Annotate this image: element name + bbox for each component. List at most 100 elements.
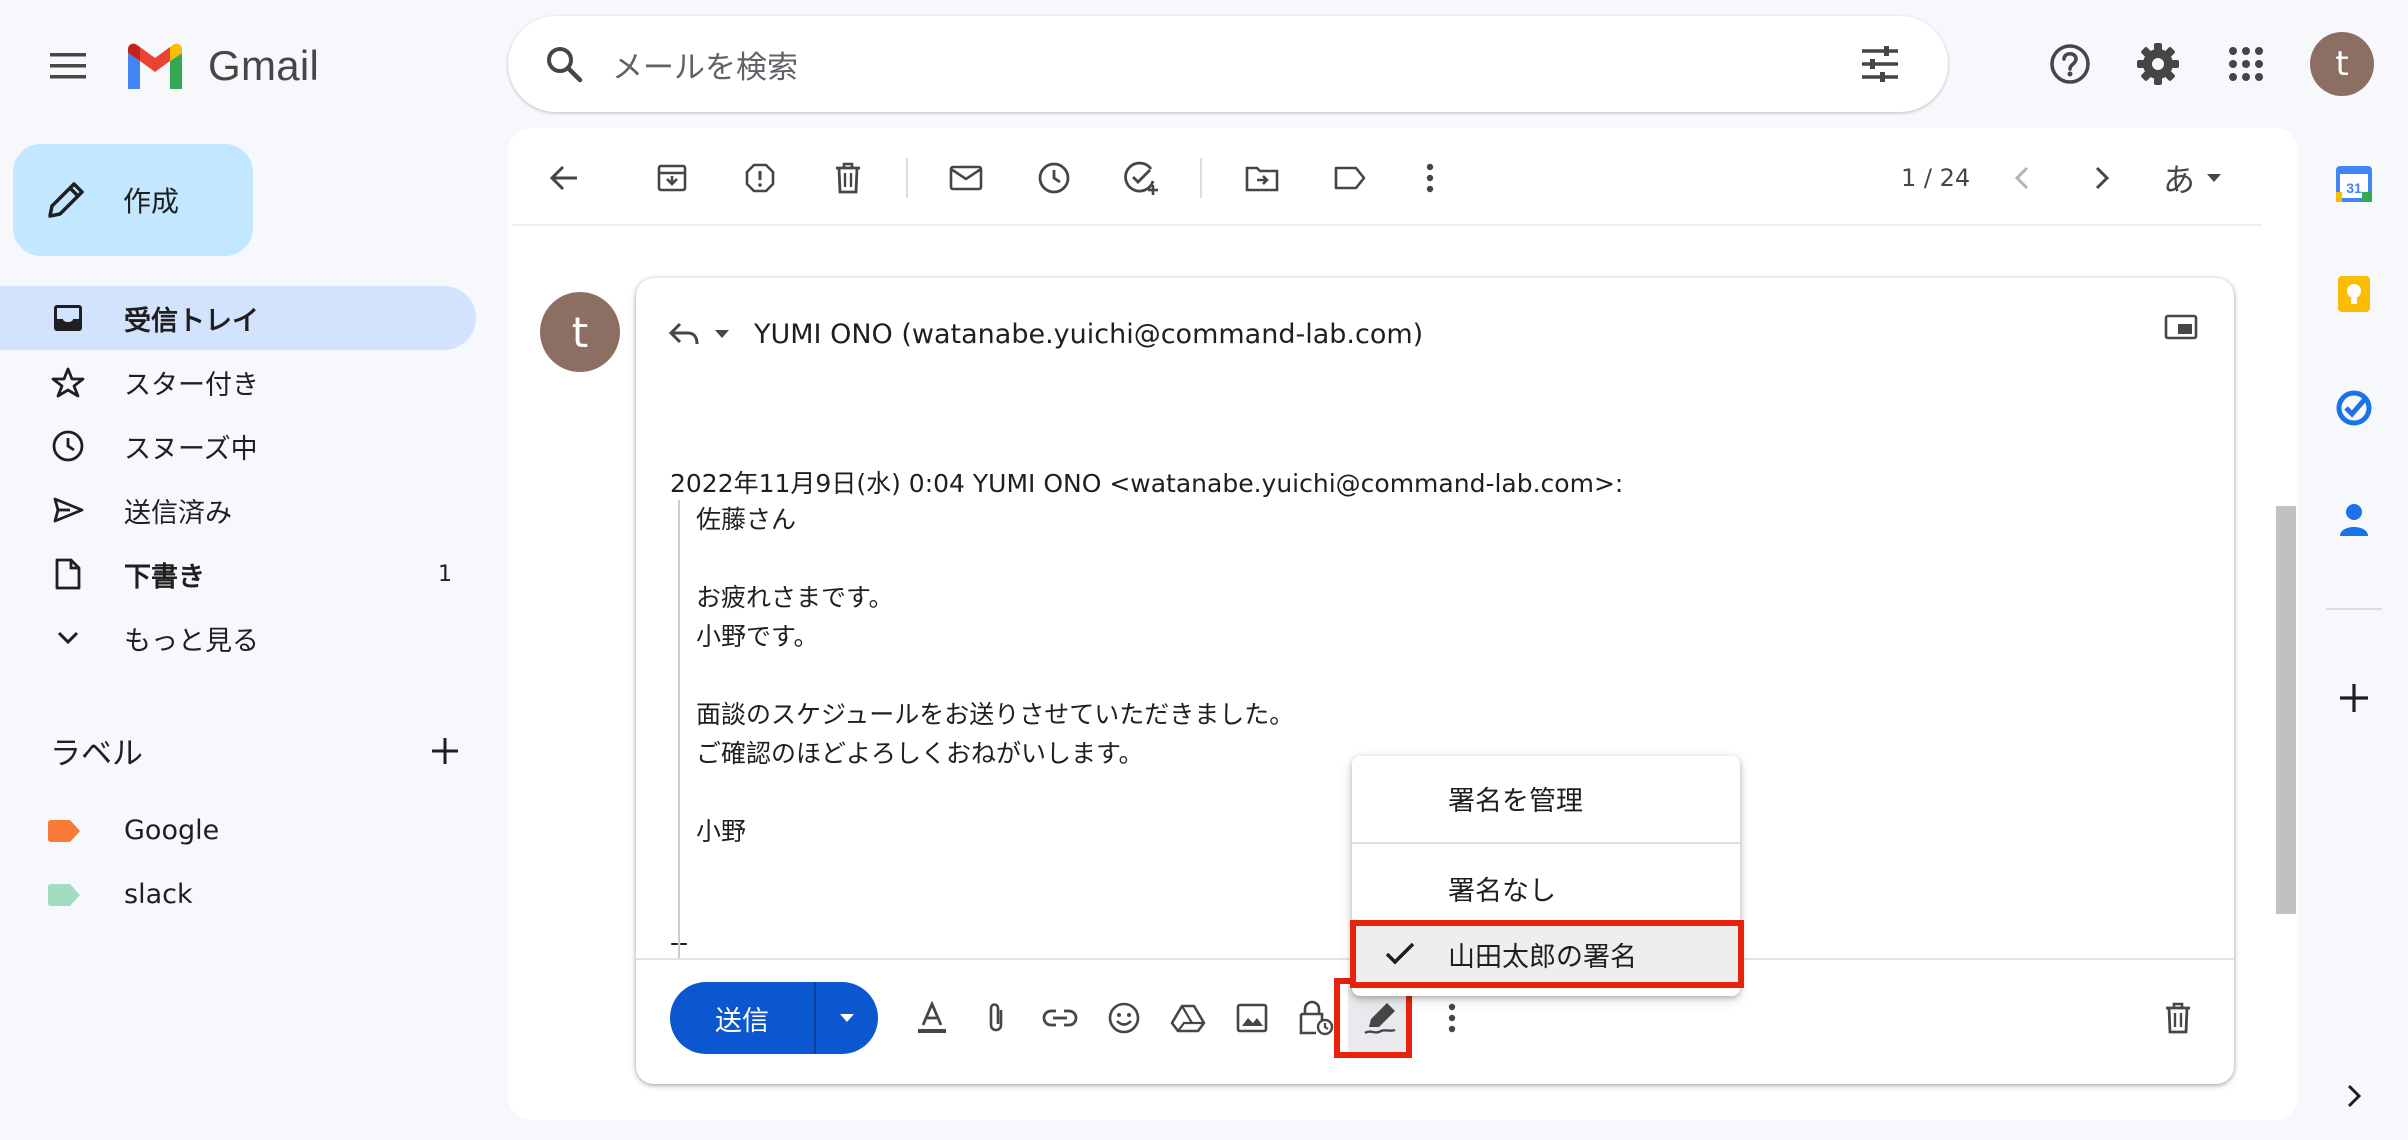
sidebar-item-drafts[interactable]: 下書き 1 — [0, 542, 476, 606]
page-count: 1 / 24 — [1901, 164, 1971, 192]
search-input[interactable]: メールを検索 — [612, 42, 1832, 87]
menu-item-manage-signatures[interactable]: 署名を管理 — [1352, 770, 1740, 826]
caret-down-icon — [2207, 174, 2221, 182]
sidebar-item-label: スター付き — [124, 369, 259, 401]
sidebar-item-snoozed[interactable]: スヌーズ中 — [0, 414, 476, 478]
newer-button[interactable] — [1990, 140, 2054, 216]
send-group: 送信 — [670, 982, 878, 1054]
add-task-icon — [1124, 161, 1158, 195]
more-actions-button[interactable] — [1398, 140, 1462, 216]
compose-button[interactable]: 作成 — [13, 144, 253, 256]
insert-photo-button[interactable] — [1220, 982, 1284, 1054]
input-tool-label: あ — [2162, 161, 2195, 199]
quote-line: 小野です。 — [696, 622, 819, 651]
account-avatar[interactable]: t — [2310, 32, 2374, 96]
apps-button[interactable] — [2210, 28, 2282, 100]
back-button[interactable] — [532, 140, 596, 216]
app-name: Gmail — [208, 42, 320, 89]
tune-icon — [1862, 46, 1898, 82]
sidebar-item-label: 下書き — [124, 561, 205, 593]
chevron-left-icon — [2014, 166, 2029, 190]
input-tools-button[interactable]: あ — [2148, 140, 2238, 216]
settings-button[interactable] — [2122, 28, 2194, 100]
add-to-tasks-button[interactable] — [1110, 140, 1174, 216]
chevron-right-icon — [2095, 166, 2110, 190]
support-button[interactable] — [2034, 28, 2106, 100]
emoji-icon — [1108, 1002, 1140, 1034]
apps-grid-icon — [2229, 47, 2263, 81]
side-panel-divider — [2326, 608, 2382, 610]
toolbar-divider — [1200, 158, 1202, 198]
labels-button[interactable] — [1318, 140, 1382, 216]
send-icon — [48, 496, 88, 524]
gmail-logo[interactable]: Gmail — [124, 38, 319, 94]
plus-icon — [2340, 684, 2368, 712]
arrow-left-icon — [549, 165, 577, 191]
trash-icon — [2166, 1002, 2190, 1034]
label-name: slack — [124, 878, 193, 910]
add-label-button[interactable] — [430, 736, 460, 766]
mail-icon — [949, 165, 983, 191]
delete-button[interactable] — [816, 140, 880, 216]
search-button[interactable] — [516, 16, 612, 112]
move-to-folder-icon — [1245, 166, 1279, 192]
sidebar-item-more[interactable]: もっと見る — [0, 606, 476, 670]
show-side-panel-button[interactable] — [2318, 1060, 2390, 1132]
label-name: Google — [124, 814, 220, 846]
message-toolbar: 1 / 24 あ — [508, 140, 2268, 216]
reply-type-button[interactable] — [668, 320, 730, 348]
insert-drive-button[interactable] — [1156, 982, 1220, 1054]
calendar-app-button[interactable]: 31 — [2318, 148, 2390, 220]
labels-header: ラベル — [50, 728, 460, 773]
main-menu-button[interactable] — [32, 30, 104, 102]
mark-unread-button[interactable] — [934, 140, 998, 216]
menu-divider — [1352, 842, 1740, 844]
send-options-button[interactable] — [814, 982, 878, 1054]
label-item-slack[interactable]: slack — [48, 862, 193, 926]
clock-icon — [1038, 162, 1070, 194]
label-icon — [1334, 166, 1366, 190]
search-options-button[interactable] — [1832, 16, 1928, 112]
selected-signature-highlight — [1350, 920, 1744, 988]
signature-separator: -- — [670, 928, 689, 957]
labels-heading: ラベル — [50, 736, 143, 772]
caret-down-icon — [715, 330, 729, 338]
move-to-button[interactable] — [1230, 140, 1294, 216]
older-button[interactable] — [2070, 140, 2134, 216]
link-icon — [1042, 1009, 1078, 1027]
menu-item-label: 署名なし — [1448, 875, 1556, 907]
insert-link-button[interactable] — [1028, 982, 1092, 1054]
label-item-google[interactable]: Google — [48, 798, 219, 862]
discard-draft-button[interactable] — [2146, 982, 2210, 1054]
spam-icon — [745, 163, 775, 193]
keep-app-button[interactable] — [2318, 258, 2390, 330]
search-bar[interactable]: メールを検索 — [508, 16, 1948, 112]
sender-avatar: t — [540, 292, 620, 372]
trash-icon — [836, 162, 860, 194]
sidebar-item-inbox[interactable]: 受信トレイ — [0, 286, 476, 350]
formatting-options-button[interactable] — [900, 982, 964, 1054]
snooze-button[interactable] — [1022, 140, 1086, 216]
drafts-count: 1 — [438, 561, 452, 587]
more-vert-icon — [1426, 163, 1434, 193]
tasks-app-button[interactable] — [2318, 372, 2390, 444]
contacts-app-button[interactable] — [2318, 484, 2390, 556]
caret-down-icon — [840, 1014, 854, 1022]
scrollbar-thumb[interactable] — [2276, 506, 2296, 914]
report-spam-button[interactable] — [728, 140, 792, 216]
send-button[interactable]: 送信 — [670, 982, 814, 1054]
sidebar-item-label: 送信済み — [124, 497, 232, 529]
sidebar-item-starred[interactable]: スター付き — [0, 350, 476, 414]
search-icon — [547, 47, 583, 83]
sidebar-item-label: スヌーズ中 — [124, 433, 258, 465]
reply-header: YUMI ONO (watanabe.yuichi@command-lab.co… — [668, 308, 1423, 360]
menu-item-no-signature[interactable]: 署名なし — [1352, 860, 1740, 916]
sidebar-item-sent[interactable]: 送信済み — [0, 478, 476, 542]
attach-files-button[interactable] — [964, 982, 1028, 1054]
archive-button[interactable] — [640, 140, 704, 216]
reply-recipient[interactable]: YUMI ONO (watanabe.yuichi@command-lab.co… — [754, 319, 1423, 350]
insert-emoji-button[interactable] — [1092, 982, 1156, 1054]
get-addons-button[interactable] — [2318, 662, 2390, 734]
reply-icon — [668, 322, 699, 345]
popout-reply-button[interactable] — [2164, 314, 2198, 340]
